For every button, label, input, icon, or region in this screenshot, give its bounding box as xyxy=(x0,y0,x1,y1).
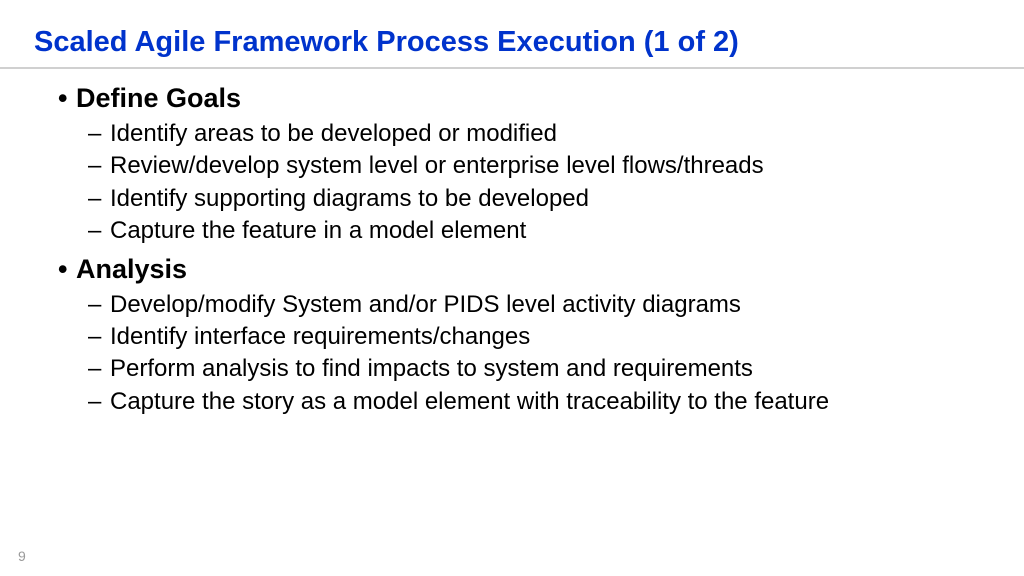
list-item-text: Develop/modify System and/or PIDS level … xyxy=(110,289,741,321)
section-heading: • Analysis xyxy=(60,254,990,285)
dash-icon: – xyxy=(88,353,110,385)
list-item-text: Capture the story as a model element wit… xyxy=(110,386,829,418)
list-item: –Identify supporting diagrams to be deve… xyxy=(88,183,990,215)
list-item: –Perform analysis to find impacts to sys… xyxy=(88,353,990,385)
list-item: –Identify areas to be developed or modif… xyxy=(88,118,990,150)
dash-icon: – xyxy=(88,321,110,353)
section-define-goals: • Define Goals –Identify areas to be dev… xyxy=(60,83,990,248)
list-item-text: Identify supporting diagrams to be devel… xyxy=(110,183,589,215)
list-item: –Develop/modify System and/or PIDS level… xyxy=(88,289,990,321)
list-item-text: Review/develop system level or enterpris… xyxy=(110,150,764,182)
slide-title: Scaled Agile Framework Process Execution… xyxy=(0,0,1024,67)
section-analysis: • Analysis –Develop/modify System and/or… xyxy=(60,254,990,419)
section-heading-text: Analysis xyxy=(76,254,187,285)
list-item-text: Capture the feature in a model element xyxy=(110,215,526,247)
section-heading-text: Define Goals xyxy=(76,83,241,114)
list-item: –Capture the story as a model element wi… xyxy=(88,386,990,418)
sub-list: –Identify areas to be developed or modif… xyxy=(60,118,990,248)
slide-content: • Define Goals –Identify areas to be dev… xyxy=(0,69,1024,418)
list-item-text: Identify areas to be developed or modifi… xyxy=(110,118,557,150)
sub-list: –Develop/modify System and/or PIDS level… xyxy=(60,289,990,419)
page-number: 9 xyxy=(18,548,26,564)
bullet-icon: • xyxy=(58,83,76,114)
dash-icon: – xyxy=(88,183,110,215)
dash-icon: – xyxy=(88,150,110,182)
list-item-text: Identify interface requirements/changes xyxy=(110,321,530,353)
bullet-icon: • xyxy=(58,254,76,285)
section-heading: • Define Goals xyxy=(60,83,990,114)
dash-icon: – xyxy=(88,215,110,247)
dash-icon: – xyxy=(88,289,110,321)
list-item: –Identify interface requirements/changes xyxy=(88,321,990,353)
list-item: –Capture the feature in a model element xyxy=(88,215,990,247)
list-item-text: Perform analysis to find impacts to syst… xyxy=(110,353,753,385)
slide: Scaled Agile Framework Process Execution… xyxy=(0,0,1024,576)
dash-icon: – xyxy=(88,118,110,150)
list-item: –Review/develop system level or enterpri… xyxy=(88,150,990,182)
dash-icon: – xyxy=(88,386,110,418)
